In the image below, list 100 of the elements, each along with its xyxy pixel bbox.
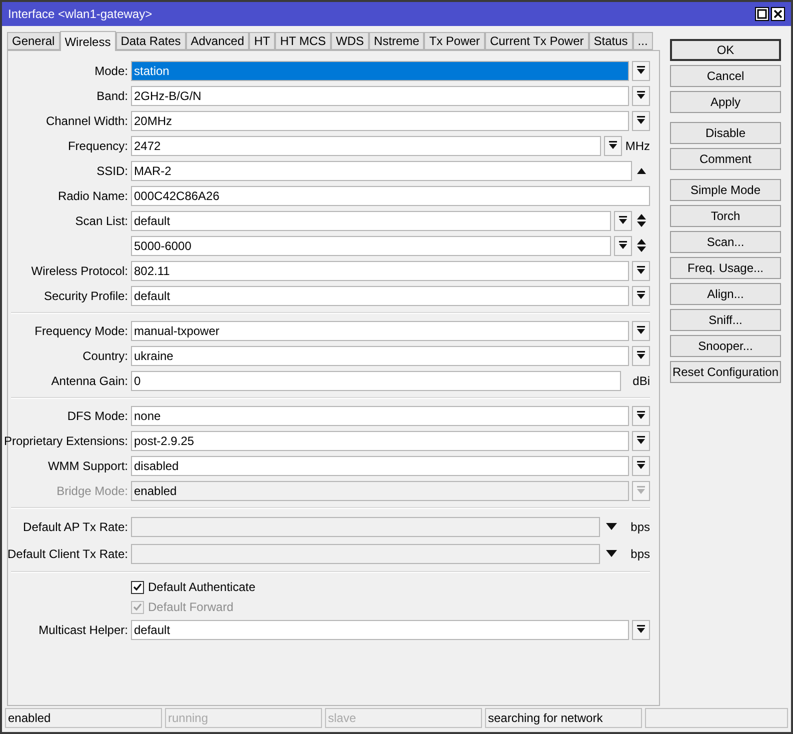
dialog-button[interactable]: Freq. Usage... (670, 257, 781, 279)
dialog-button[interactable]: Simple Mode (670, 179, 781, 201)
status-cell: searching for network (485, 708, 642, 728)
dropdown-button[interactable] (632, 430, 650, 450)
dropdown-button[interactable] (614, 236, 632, 256)
tab[interactable]: Tx Power (424, 32, 485, 50)
input-field[interactable]: 2472 (131, 136, 601, 156)
field-label: Bridge Mode: (56, 482, 128, 500)
dropdown-icon (637, 351, 645, 360)
dialog-button[interactable]: Reset Configuration (670, 361, 781, 383)
up-down-arrows-icon[interactable] (636, 239, 646, 252)
input-field[interactable]: 20MHz (131, 110, 629, 130)
unit-label: dBi (632, 372, 650, 390)
tab[interactable]: Status (588, 32, 633, 50)
tab[interactable]: Nstreme (368, 32, 424, 50)
input-field[interactable]: post-2.9.25 (131, 430, 629, 450)
dropdown-button[interactable] (632, 110, 650, 130)
dropdown-button[interactable] (632, 320, 650, 340)
tab[interactable]: General (7, 32, 60, 50)
tab[interactable]: Data Rates (116, 32, 186, 50)
input-field[interactable]: MAR-2 (131, 160, 632, 180)
status-cell: running (165, 708, 322, 728)
dropdown-button[interactable] (632, 620, 650, 640)
dialog-button[interactable]: Apply (670, 91, 781, 113)
dropdown-icon (637, 66, 645, 75)
input-field[interactable]: default (131, 286, 629, 306)
field-label: Security Profile: (44, 288, 128, 304)
checkbox[interactable] (131, 580, 144, 594)
field-label: Radio Name: (58, 188, 128, 204)
unit-label: bps (630, 546, 650, 562)
dialog-button[interactable]: Torch (670, 205, 781, 227)
dropdown-icon (637, 411, 645, 420)
tab[interactable]: HT (249, 32, 276, 50)
dropdown-button[interactable] (632, 260, 650, 280)
input-field[interactable]: 5000-6000 (131, 236, 611, 256)
dropdown-icon (609, 141, 617, 150)
dropdown-button[interactable] (632, 346, 650, 366)
input-field[interactable]: 802.11 (131, 260, 629, 280)
dropdown-icon (637, 461, 645, 470)
dropdown-button[interactable] (632, 86, 650, 106)
field-label: Wireless Protocol: (31, 262, 128, 280)
dropdown-icon (637, 326, 645, 335)
field-label: Default Client Tx Rate: (8, 546, 128, 562)
maximize-icon[interactable] (755, 7, 769, 21)
input-field[interactable]: disabled (131, 456, 629, 476)
tab[interactable]: Current Tx Power (484, 32, 589, 50)
dialog-button[interactable]: Align... (670, 283, 781, 305)
field-label: SSID: (96, 162, 128, 180)
dialog-button[interactable]: Disable (670, 122, 781, 144)
field-label: Mode: (94, 62, 128, 80)
field-label: Scan List: (75, 212, 128, 230)
dropdown-arrow-icon[interactable] (606, 523, 616, 530)
input-field[interactable] (131, 516, 600, 536)
dropdown-button[interactable] (604, 136, 622, 156)
input-field[interactable]: default (131, 620, 629, 640)
up-arrow-icon[interactable] (636, 168, 646, 174)
tab[interactable]: ... (632, 32, 653, 50)
tab[interactable]: Advanced (186, 32, 250, 50)
input-field[interactable] (131, 544, 600, 564)
up-down-arrows-icon[interactable] (636, 214, 646, 227)
dialog-button[interactable]: Snooper... (670, 335, 781, 357)
field-label: Default AP Tx Rate: (23, 518, 128, 536)
dropdown-button[interactable] (632, 60, 650, 80)
input-field[interactable]: default (131, 210, 611, 230)
dropdown-icon (637, 91, 645, 100)
dialog-button[interactable]: Scan... (670, 231, 781, 253)
dialog-button[interactable]: Cancel (670, 65, 781, 87)
dropdown-button[interactable] (632, 286, 650, 306)
tab[interactable]: Wireless (60, 31, 116, 51)
field-label: Frequency: (68, 138, 128, 154)
field-label: Country: (82, 348, 128, 364)
input-field[interactable]: manual-txpower (131, 320, 629, 340)
field-label: Antenna Gain: (51, 372, 128, 390)
close-icon[interactable] (771, 7, 785, 21)
input-field[interactable]: station (131, 60, 629, 80)
dropdown-icon (637, 116, 645, 125)
tab[interactable]: WDS (330, 32, 369, 50)
input-field[interactable]: 0 (131, 370, 621, 390)
status-cell: slave (325, 708, 482, 728)
field-label: WMM Support: (48, 458, 128, 474)
dropdown-button[interactable] (632, 456, 650, 476)
checkbox-label: Default Forward (148, 599, 234, 616)
input-field[interactable]: ukraine (131, 346, 629, 366)
dialog-button[interactable]: Sniff... (670, 309, 781, 331)
checkmark-icon (133, 603, 142, 611)
field-label: Multicast Helper: (38, 622, 128, 638)
input-field[interactable]: none (131, 406, 629, 426)
dropdown-icon (637, 291, 645, 300)
dialog-button[interactable]: OK (670, 39, 781, 61)
input-field[interactable]: 2GHz-B/G/N (131, 86, 629, 106)
tab[interactable]: HT MCS (275, 32, 331, 50)
dropdown-icon (637, 486, 645, 495)
dialog-button[interactable]: Comment (670, 148, 781, 170)
unit-label: MHz (624, 138, 650, 154)
dropdown-button[interactable] (614, 210, 632, 230)
dropdown-arrow-icon[interactable] (606, 550, 616, 557)
dropdown-button[interactable] (632, 406, 650, 426)
input-field[interactable]: 000C42C86A26 (131, 186, 650, 206)
dropdown-icon (637, 266, 645, 275)
checkmark-icon (133, 583, 142, 591)
